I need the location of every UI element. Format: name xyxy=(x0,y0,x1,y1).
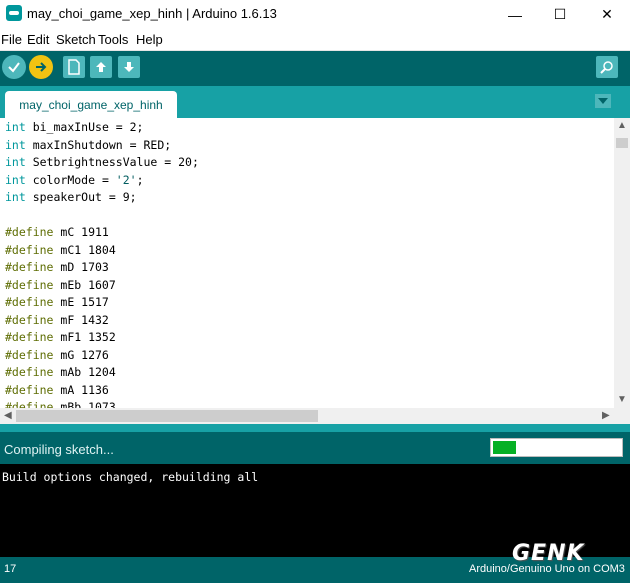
code-line: int maxInShutdown = RED; xyxy=(5,137,172,152)
code-line: #define mE 1517 xyxy=(5,295,109,309)
title-bar: may_choi_game_xep_hinh | Arduino 1.6.13 … xyxy=(0,0,630,29)
scroll-up-icon[interactable]: ▲ xyxy=(617,120,627,131)
open-icon xyxy=(96,62,106,72)
genk-watermark-logo: GENK xyxy=(512,541,585,566)
horizontal-scroll-thumb[interactable] xyxy=(16,410,318,422)
vertical-scroll-thumb[interactable] xyxy=(616,138,628,148)
serial-monitor-icon xyxy=(600,61,613,74)
code-editor[interactable]: int bi_maxInUse = 2; int maxInShutdown =… xyxy=(0,118,614,408)
chevron-down-icon xyxy=(598,98,608,104)
minimize-button[interactable]: — xyxy=(492,0,538,29)
verify-icon xyxy=(8,62,20,73)
tab-menu-button[interactable] xyxy=(595,94,611,108)
new-icon xyxy=(68,59,80,75)
menu-help[interactable]: Help xyxy=(136,32,163,47)
vertical-scrollbar[interactable]: ▲ ▼ xyxy=(614,118,630,408)
upload-icon xyxy=(36,62,47,72)
code-line: #define mEb 1607 xyxy=(5,277,116,292)
save-icon xyxy=(124,62,134,72)
menu-bar: File Edit Sketch Tools Help xyxy=(0,29,630,51)
menu-tools[interactable]: Tools xyxy=(98,32,128,47)
code-line: #define mBb 1073 xyxy=(5,400,116,408)
status-text: Compiling sketch... xyxy=(4,442,114,457)
code-line: int colorMode = '2'; xyxy=(5,172,144,187)
code-line: int SetbrightnessValue = 20; xyxy=(5,155,199,169)
arduino-logo-icon xyxy=(6,5,22,21)
toolbar xyxy=(0,51,630,86)
code-line: #define mD 1703 xyxy=(5,260,109,274)
console-text: Build options changed, rebuilding all xyxy=(2,470,259,484)
menu-edit[interactable]: Edit xyxy=(27,32,49,47)
code-line: #define mF 1432 xyxy=(5,312,109,327)
open-sketch-button[interactable] xyxy=(90,56,112,78)
scroll-left-icon[interactable]: ◀ xyxy=(4,410,12,421)
code-line: #define mC1 1804 xyxy=(5,242,116,257)
progress-fill xyxy=(493,441,516,454)
scroll-right-icon[interactable]: ▶ xyxy=(602,410,610,421)
code-line: #define mF1 1352 xyxy=(5,330,116,344)
verify-button[interactable] xyxy=(2,55,26,79)
line-number: 17 xyxy=(4,563,17,575)
upload-button[interactable] xyxy=(29,55,53,79)
menu-file[interactable]: File xyxy=(1,32,22,47)
status-bar: Compiling sketch... xyxy=(0,432,630,464)
code-line: int speakerOut = 9; xyxy=(5,190,137,204)
code-line: #define mA 1136 xyxy=(5,382,109,397)
menu-sketch[interactable]: Sketch xyxy=(56,32,96,47)
tab-may-choi-game-xep-hinh[interactable]: may_choi_game_xep_hinh xyxy=(5,91,177,118)
save-sketch-button[interactable] xyxy=(118,56,140,78)
horizontal-scrollbar[interactable]: ◀ ▶ xyxy=(0,408,630,424)
code-line: #define mC 1911 xyxy=(5,225,109,239)
pane-divider[interactable] xyxy=(0,424,630,432)
code-line: #define mG 1276 xyxy=(5,347,109,362)
close-button[interactable]: ✕ xyxy=(584,0,630,29)
code-line: int bi_maxInUse = 2; xyxy=(5,120,144,134)
window-title: may_choi_game_xep_hinh | Arduino 1.6.13 xyxy=(27,6,277,21)
new-sketch-button[interactable] xyxy=(63,56,85,78)
code-line: #define mAb 1204 xyxy=(5,365,116,379)
maximize-button[interactable]: ☐ xyxy=(537,0,583,29)
tab-bar: may_choi_game_xep_hinh xyxy=(0,86,630,118)
scroll-down-icon[interactable]: ▼ xyxy=(617,394,627,405)
compile-progress-bar xyxy=(490,438,623,457)
serial-monitor-button[interactable] xyxy=(596,56,618,78)
